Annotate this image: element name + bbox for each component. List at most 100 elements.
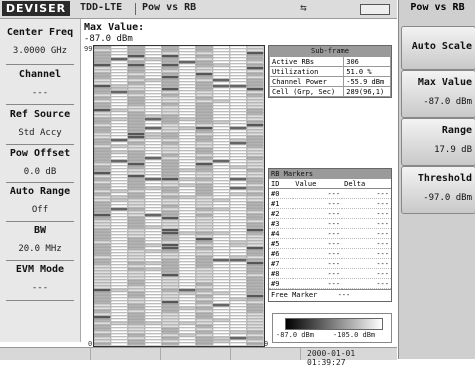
rb-cell	[212, 96, 230, 100]
rb-cell	[195, 120, 213, 124]
rb-cell	[161, 186, 179, 190]
rb-cell	[161, 120, 179, 124]
rb-power-grid[interactable]	[93, 45, 265, 347]
rb-cell	[195, 111, 213, 115]
rb-cell	[178, 300, 196, 304]
max-value-button[interactable]: Max Value -87.0 dBm	[401, 70, 475, 118]
marker-row[interactable]: #8 --- ---	[269, 268, 391, 279]
rb-cell	[94, 288, 111, 292]
rb-cell	[246, 78, 264, 82]
softkey-panel: Pow vs RB Auto Scale Max Value -87.0 dBm…	[398, 0, 475, 359]
free-marker-row[interactable]: Free Marker ---	[269, 289, 391, 301]
rb-cell	[144, 192, 162, 196]
divider	[6, 182, 74, 183]
col-delta: Delta	[342, 179, 391, 189]
rb-cell	[127, 114, 145, 118]
param-pow-offset[interactable]: Pow Offset 0.0 dB	[0, 148, 80, 177]
rb-cell	[246, 105, 264, 109]
threshold-button[interactable]: Threshold -97.0 dBm	[401, 166, 475, 214]
rb-cell	[127, 120, 145, 124]
rb-cell	[229, 63, 247, 67]
rb-cell	[246, 162, 264, 166]
marker-row[interactable]: #7 --- ---	[269, 258, 391, 269]
rb-cell	[229, 105, 247, 109]
rb-cell	[178, 276, 196, 280]
rb-cell	[144, 309, 162, 313]
rb-cell	[212, 60, 230, 64]
rb-cell	[212, 189, 230, 193]
marker-row[interactable]: #4 --- ---	[269, 228, 391, 239]
rb-cell	[229, 135, 247, 139]
rb-cell	[161, 144, 179, 148]
rb-cell	[195, 222, 213, 226]
usb-icon: ⇆	[300, 1, 307, 14]
param-bw[interactable]: BW 20.0 MHz	[0, 225, 80, 254]
rb-cell	[212, 219, 230, 223]
rb-cell	[127, 129, 145, 133]
param-ref-source[interactable]: Ref Source Std Accy	[0, 109, 80, 138]
rb-cell	[229, 240, 247, 244]
rb-cell	[110, 48, 128, 52]
rb-cell	[110, 240, 128, 244]
rb-cell	[127, 78, 145, 82]
rb-cell	[110, 195, 128, 199]
rb-cell	[144, 306, 162, 310]
rb-cell	[212, 252, 230, 256]
rb-cell	[144, 264, 162, 268]
rb-cell	[246, 234, 264, 238]
rb-cell	[144, 294, 162, 298]
rb-cell	[195, 267, 213, 271]
rb-cell	[212, 69, 230, 73]
rb-cell	[144, 159, 162, 163]
marker-row[interactable]: #3 --- ---	[269, 218, 391, 229]
rb-cell	[212, 174, 230, 178]
rb-cell	[144, 312, 162, 316]
marker-row[interactable]: #5 --- ---	[269, 238, 391, 249]
rb-cell	[246, 303, 264, 307]
marker-row[interactable]: #9 --- ---	[269, 278, 391, 289]
rb-cell	[229, 198, 247, 202]
rb-cell	[195, 297, 213, 301]
param-channel[interactable]: Channel ---	[0, 69, 80, 98]
rb-cell	[144, 177, 162, 181]
rb-cell	[161, 252, 179, 256]
marker-row[interactable]: #6 --- ---	[269, 248, 391, 259]
range-button[interactable]: Range 17.9 dB	[401, 118, 475, 166]
rb-cell	[195, 312, 213, 316]
marker-row[interactable]: #2 --- ---	[269, 208, 391, 219]
rb-cell	[229, 66, 247, 70]
rb-cell	[161, 339, 179, 343]
rb-cell	[161, 312, 179, 316]
rb-cell	[195, 135, 213, 139]
rb-cell	[212, 246, 230, 250]
rb-cell	[212, 258, 230, 262]
rb-cell	[212, 276, 230, 280]
param-evm-mode[interactable]: EVM Mode ---	[0, 264, 80, 293]
rb-cell	[94, 219, 111, 223]
rb-cell	[110, 270, 128, 274]
rb-cell	[161, 174, 179, 178]
rb-cell	[195, 132, 213, 136]
rb-cell	[229, 237, 247, 241]
rb-markers-table: RB Markers ID Value Delta #0 --- --- #1 ---…	[268, 168, 392, 302]
marker-delta: ---	[342, 228, 391, 239]
marker-row[interactable]: #0 --- ---	[269, 188, 391, 199]
rb-cell	[144, 114, 162, 118]
rb-cell	[110, 111, 128, 115]
rb-cell	[212, 204, 230, 208]
row-key: Channel Power	[268, 76, 345, 87]
rb-cell	[127, 324, 145, 328]
rb-cell	[178, 321, 196, 325]
rb-cell	[144, 318, 162, 322]
rb-cell	[212, 315, 230, 319]
param-auto-range[interactable]: Auto Range Off	[0, 186, 80, 215]
marker-row[interactable]: #1 --- ---	[269, 198, 391, 209]
rb-cell	[144, 99, 162, 103]
rb-cell	[110, 138, 128, 142]
rb-cell	[178, 273, 196, 277]
rb-cell	[127, 84, 145, 88]
auto-scale-button[interactable]: Auto Scale	[401, 26, 475, 70]
rb-cell	[229, 126, 247, 130]
param-center-freq[interactable]: Center Freq 3.0000 GHz	[0, 27, 80, 56]
rb-cell	[161, 99, 179, 103]
